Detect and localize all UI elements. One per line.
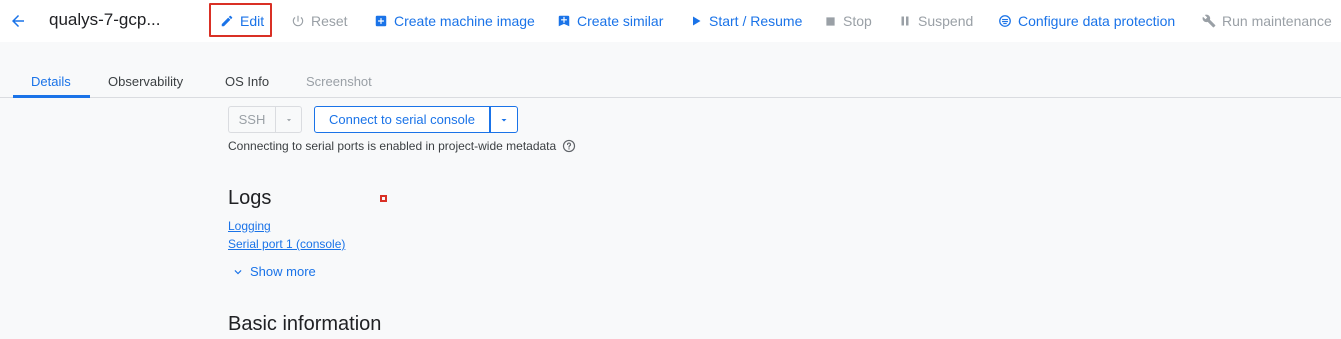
connect-serial-console-button[interactable]: Connect to serial console <box>314 106 490 133</box>
create-machine-image-button[interactable]: Create machine image <box>373 12 535 30</box>
serial-port-1-link[interactable]: Serial port 1 (console) <box>228 237 345 251</box>
start-resume-button[interactable]: Start / Resume <box>688 12 802 30</box>
ssh-dropdown-button[interactable] <box>275 106 302 133</box>
suspend-button[interactable]: Suspend <box>897 12 973 30</box>
reset-button[interactable]: Reset <box>290 12 348 30</box>
active-tab-indicator <box>13 95 90 98</box>
page-title: qualys-7-gcp... <box>49 10 161 29</box>
create-machine-image-label: Create machine image <box>394 13 535 29</box>
caret-down-icon <box>501 118 507 121</box>
basic-information-heading: Basic information <box>228 313 382 335</box>
tab-screenshot[interactable]: Screenshot <box>306 74 372 89</box>
start-resume-label: Start / Resume <box>709 13 803 29</box>
logs-heading: Logs <box>228 187 272 209</box>
power-icon <box>290 13 306 29</box>
data-protection-icon <box>997 13 1013 29</box>
stop-label: Stop <box>843 13 872 29</box>
tab-observability[interactable]: Observability <box>108 74 183 89</box>
arrow-back-icon <box>12 15 24 27</box>
help-icon[interactable] <box>562 139 576 153</box>
run-maintenance-label: Run maintenance <box>1222 13 1332 29</box>
configure-data-protection-label: Configure data protection <box>1018 13 1176 29</box>
stop-button[interactable]: Stop <box>822 12 872 30</box>
reset-label: Reset <box>311 13 348 29</box>
add-box-icon <box>373 13 389 29</box>
edit-highlight-box <box>209 3 272 37</box>
serial-console-dropdown-button[interactable] <box>490 106 518 133</box>
tab-bar: Details Observability OS Info Screenshot <box>0 62 1341 98</box>
pause-icon <box>897 13 913 29</box>
logging-link[interactable]: Logging <box>228 219 271 233</box>
show-more-label: Show more <box>250 264 316 279</box>
create-similar-label: Create similar <box>577 13 664 29</box>
serial-console-button-group: Connect to serial console <box>314 106 518 133</box>
play-icon <box>688 13 704 29</box>
wrench-icon <box>1201 13 1217 29</box>
tab-os-info[interactable]: OS Info <box>225 74 269 89</box>
tab-details[interactable]: Details <box>31 74 71 89</box>
suspend-label: Suspend <box>918 13 974 29</box>
caret-down-icon <box>286 118 291 121</box>
show-more-button[interactable]: Show more <box>231 264 316 279</box>
run-maintenance-button[interactable]: Run maintenance <box>1201 12 1332 30</box>
back-button[interactable] <box>6 9 30 33</box>
configure-data-protection-button[interactable]: Configure data protection <box>997 12 1175 30</box>
create-similar-button[interactable]: Create similar <box>556 12 663 30</box>
ssh-button-group: SSH <box>228 106 302 133</box>
bookmark-add-icon <box>556 13 572 29</box>
ssh-button[interactable]: SSH <box>228 106 275 133</box>
serial-ports-note-text: Connecting to serial ports is enabled in… <box>228 139 557 153</box>
serial-ports-note: Connecting to serial ports is enabled in… <box>228 139 576 153</box>
stop-icon <box>822 13 838 29</box>
highlight-marker <box>380 195 387 202</box>
action-bar: qualys-7-gcp... Edit Reset Create machin… <box>0 0 1341 42</box>
chevron-down-icon <box>231 265 245 279</box>
